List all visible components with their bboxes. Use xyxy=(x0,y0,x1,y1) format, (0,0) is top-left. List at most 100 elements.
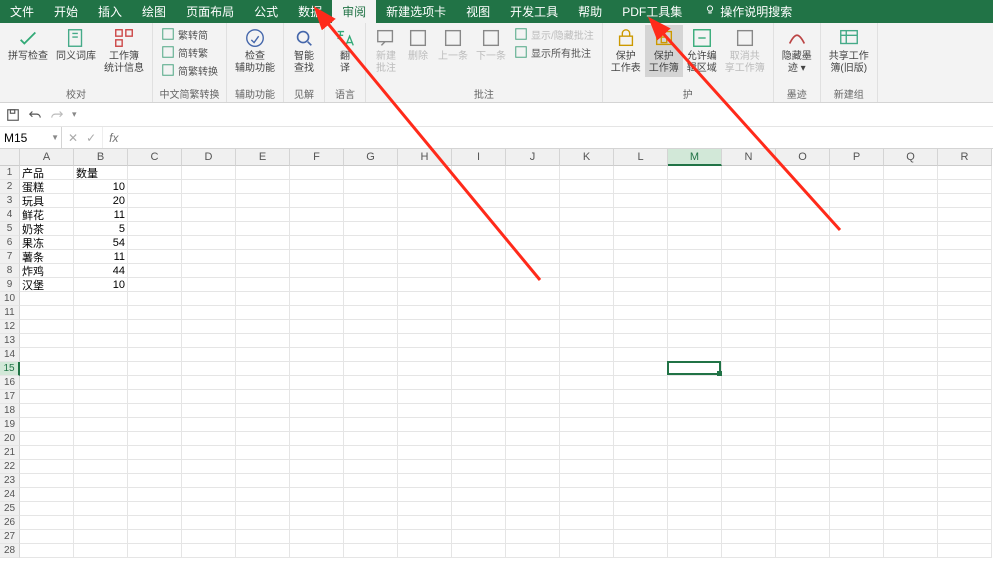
cell[interactable] xyxy=(830,278,884,292)
cell[interactable] xyxy=(128,390,182,404)
ribbon-btn[interactable]: 检查辅助功能 xyxy=(231,25,279,77)
menu-tab-1[interactable]: 开始 xyxy=(44,0,88,23)
cell[interactable] xyxy=(560,502,614,516)
cancel-icon[interactable]: ✕ xyxy=(68,131,78,145)
cell[interactable] xyxy=(614,208,668,222)
cell[interactable] xyxy=(344,222,398,236)
cell[interactable] xyxy=(830,460,884,474)
row-header[interactable]: 17 xyxy=(0,390,20,404)
cell[interactable] xyxy=(236,516,290,530)
cell[interactable] xyxy=(236,292,290,306)
cell[interactable] xyxy=(344,502,398,516)
cell[interactable] xyxy=(776,460,830,474)
cell[interactable] xyxy=(452,376,506,390)
cell[interactable] xyxy=(74,376,128,390)
cell[interactable] xyxy=(452,292,506,306)
cell[interactable] xyxy=(614,530,668,544)
cell[interactable] xyxy=(668,432,722,446)
cell[interactable] xyxy=(290,446,344,460)
row-header[interactable]: 15 xyxy=(0,362,20,376)
cell[interactable] xyxy=(722,474,776,488)
cell[interactable] xyxy=(236,530,290,544)
cell[interactable] xyxy=(776,390,830,404)
row-header[interactable]: 11 xyxy=(0,306,20,320)
fx-icon[interactable]: fx xyxy=(103,127,124,148)
cell[interactable] xyxy=(560,306,614,320)
cell[interactable] xyxy=(884,516,938,530)
cell[interactable] xyxy=(344,544,398,558)
cell[interactable] xyxy=(560,180,614,194)
cell[interactable] xyxy=(938,222,992,236)
cell[interactable] xyxy=(668,460,722,474)
cell[interactable] xyxy=(668,544,722,558)
cell[interactable] xyxy=(722,292,776,306)
cell[interactable] xyxy=(938,390,992,404)
cell[interactable] xyxy=(614,278,668,292)
cell[interactable] xyxy=(74,544,128,558)
cell[interactable] xyxy=(830,376,884,390)
cell[interactable] xyxy=(398,404,452,418)
cell[interactable] xyxy=(398,292,452,306)
cell[interactable]: 20 xyxy=(74,194,128,208)
cell[interactable] xyxy=(344,194,398,208)
cell[interactable] xyxy=(182,222,236,236)
cell[interactable] xyxy=(20,292,74,306)
cell[interactable] xyxy=(884,166,938,180)
cell[interactable] xyxy=(290,530,344,544)
cell[interactable] xyxy=(776,418,830,432)
cell[interactable]: 数量 xyxy=(74,166,128,180)
cell[interactable] xyxy=(74,516,128,530)
cell[interactable] xyxy=(668,250,722,264)
row-header[interactable]: 4 xyxy=(0,208,20,222)
menu-tab-0[interactable]: 文件 xyxy=(0,0,44,23)
cell[interactable] xyxy=(560,222,614,236)
cell[interactable]: 奶茶 xyxy=(20,222,74,236)
cell[interactable] xyxy=(776,320,830,334)
row-header[interactable]: 9 xyxy=(0,278,20,292)
row-header[interactable]: 7 xyxy=(0,250,20,264)
col-header[interactable]: K xyxy=(560,149,614,166)
cell[interactable] xyxy=(506,166,560,180)
cell[interactable] xyxy=(506,306,560,320)
cell[interactable] xyxy=(182,334,236,348)
cell[interactable] xyxy=(452,222,506,236)
cell[interactable] xyxy=(128,278,182,292)
cell[interactable] xyxy=(668,320,722,334)
cell[interactable] xyxy=(776,446,830,460)
cell[interactable]: 炸鸡 xyxy=(20,264,74,278)
cell[interactable] xyxy=(722,278,776,292)
cell[interactable] xyxy=(614,362,668,376)
cell[interactable] xyxy=(722,502,776,516)
cell[interactable] xyxy=(398,348,452,362)
cell[interactable] xyxy=(722,348,776,362)
cell[interactable] xyxy=(182,544,236,558)
cell[interactable] xyxy=(668,292,722,306)
cell[interactable] xyxy=(74,334,128,348)
cell[interactable] xyxy=(506,432,560,446)
cell[interactable] xyxy=(506,292,560,306)
col-header[interactable]: H xyxy=(398,149,452,166)
cell[interactable] xyxy=(128,432,182,446)
cell[interactable] xyxy=(128,530,182,544)
cell[interactable] xyxy=(344,278,398,292)
cell[interactable] xyxy=(668,222,722,236)
cell[interactable] xyxy=(884,474,938,488)
cell[interactable] xyxy=(236,390,290,404)
cell[interactable] xyxy=(938,180,992,194)
cell[interactable] xyxy=(398,264,452,278)
cell[interactable] xyxy=(938,376,992,390)
cell[interactable] xyxy=(398,530,452,544)
cell[interactable] xyxy=(236,180,290,194)
cell[interactable] xyxy=(506,250,560,264)
cell[interactable] xyxy=(776,502,830,516)
cell[interactable] xyxy=(452,488,506,502)
cell[interactable] xyxy=(506,488,560,502)
cell[interactable] xyxy=(506,460,560,474)
undo-icon[interactable] xyxy=(28,108,42,122)
cell[interactable] xyxy=(884,446,938,460)
menu-tab-9[interactable]: 视图 xyxy=(456,0,500,23)
cell[interactable] xyxy=(830,516,884,530)
cell[interactable] xyxy=(560,376,614,390)
cell[interactable]: 5 xyxy=(74,222,128,236)
name-box-input[interactable] xyxy=(4,131,57,145)
